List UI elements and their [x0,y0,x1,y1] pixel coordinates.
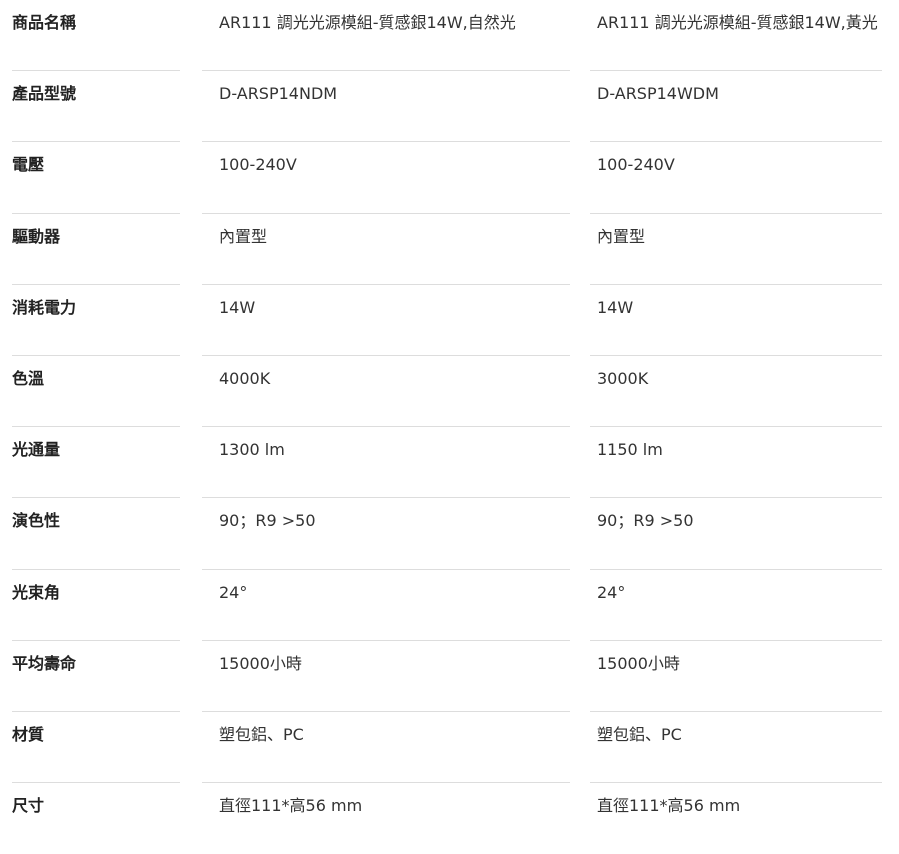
spec-label: 尺寸 [12,796,45,816]
spec-label: 消耗電力 [12,285,180,356]
table-row: 尺寸 直徑111*高56 mm 直徑111*高56 mm [0,783,899,854]
spec-value-product-b: 塑包鋁、PC [590,712,882,784]
spec-value-product-a: 塑包鋁、PC [202,712,570,784]
spec-label: 色溫 [12,356,180,428]
spec-value-product-a: 90；R9 >50 [202,498,570,570]
table-row: 消耗電力 14W 14W [0,285,899,356]
spec-value-product-b: 15000小時 [590,641,882,712]
spec-value-product-a: 15000小時 [202,641,570,712]
table-row: 驅動器 內置型 內置型 [0,214,899,285]
table-row: 產品型號 D-ARSP14NDM D-ARSP14WDM [0,71,899,143]
spec-value-product-a: 24° [202,570,570,641]
spec-label: 光束角 [12,570,180,641]
spec-label: 光通量 [12,427,180,499]
table-row: 平均壽命 15000小時 15000小時 [0,641,899,712]
spec-value-product-a: AR111 調光光源模組-質感銀14W,自然光 [202,0,570,72]
spec-value-product-b: D-ARSP14WDM [590,71,882,143]
table-row: 商品名稱 AR111 調光光源模組-質感銀14W,自然光 AR111 調光光源模… [0,0,899,72]
spec-label: 商品名稱 [12,0,180,72]
spec-label: 材質 [12,712,180,784]
spec-value-product-a: 1300 lm [202,427,570,499]
spec-label: 演色性 [12,498,180,570]
table-row: 材質 塑包鋁、PC 塑包鋁、PC [0,712,899,784]
spec-label: 驅動器 [12,214,180,285]
table-row: 演色性 90；R9 >50 90；R9 >50 [0,498,899,570]
table-row: 色溫 4000K 3000K [0,356,899,428]
table-row: 電壓 100-240V 100-240V [0,142,899,214]
spec-value-product-a: 14W [202,285,570,356]
spec-value-product-b: 90；R9 >50 [590,498,882,570]
spec-value-product-b: 3000K [590,356,882,428]
spec-value-product-b: 24° [590,570,882,641]
spec-value-product-a: 100-240V [202,142,570,214]
spec-value-product-a: 內置型 [202,214,570,285]
spec-value-product-b: 100-240V [590,142,882,214]
spec-comparison-table: 商品名稱 AR111 調光光源模組-質感銀14W,自然光 AR111 調光光源模… [0,0,899,828]
spec-value-product-b: AR111 調光光源模組-質感銀14W,黃光 [590,0,882,72]
spec-value-product-b: 直徑111*高56 mm [597,796,741,816]
spec-value-product-b: 14W [590,285,882,356]
spec-value-product-b: 內置型 [590,214,882,285]
spec-value-product-b: 1150 lm [590,427,882,499]
table-row: 光通量 1300 lm 1150 lm [0,427,899,499]
spec-value-product-a: D-ARSP14NDM [202,71,570,143]
table-row: 光束角 24° 24° [0,570,899,641]
spec-label: 產品型號 [12,71,180,143]
spec-label: 平均壽命 [12,641,180,712]
spec-label: 電壓 [12,142,180,214]
spec-value-product-a: 4000K [202,356,570,428]
spec-value-product-a: 直徑111*高56 mm [219,796,363,816]
